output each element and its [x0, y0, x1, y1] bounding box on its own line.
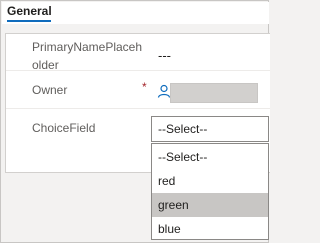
choice-select-value: --Select--: [158, 122, 208, 136]
owner-lookup-field[interactable]: [170, 83, 258, 103]
person-icon[interactable]: [157, 84, 171, 98]
tab-general[interactable]: General: [7, 3, 52, 19]
tab-active-underline: [7, 20, 51, 22]
dropdown-option-blue[interactable]: blue: [152, 217, 268, 241]
field-label-owner: Owner: [32, 83, 68, 97]
dropdown-option-red[interactable]: red: [152, 169, 268, 193]
tab-strip: General: [2, 2, 269, 24]
dropdown-option-green[interactable]: green: [152, 193, 268, 217]
field-label-choice: ChoiceField: [32, 121, 96, 135]
choice-dropdown-list: --Select-- red green blue: [151, 143, 269, 240]
field-value-primary-name[interactable]: ---: [158, 48, 171, 63]
field-row-primary-name: PrimaryNamePlaceholder ---: [6, 34, 270, 72]
choice-select[interactable]: --Select--: [151, 116, 269, 142]
field-label-primary-name: PrimaryNamePlaceholder: [32, 40, 143, 72]
dropdown-option-select[interactable]: --Select--: [152, 145, 268, 169]
required-asterisk: *: [142, 80, 147, 94]
